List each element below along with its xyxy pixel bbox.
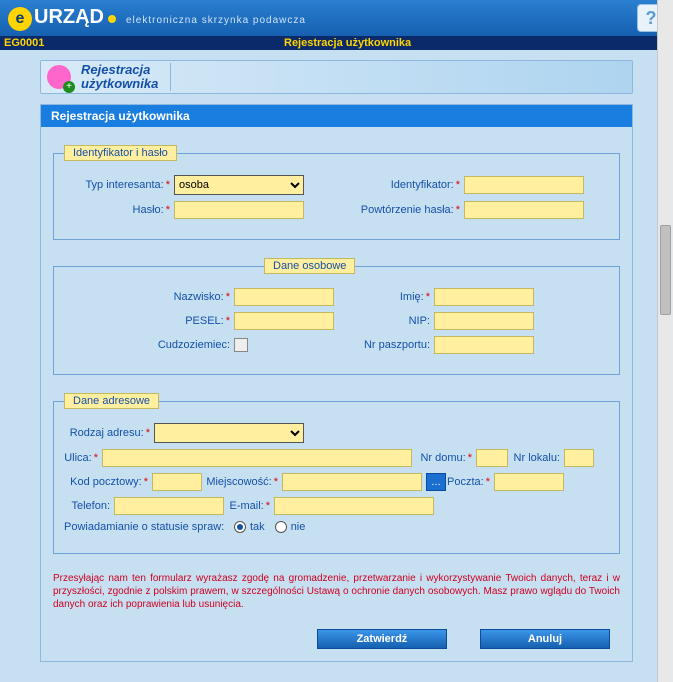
notify-yes-label: tak bbox=[250, 521, 265, 533]
label-nazwisko: Nazwisko:* bbox=[64, 291, 234, 303]
label-miejsc: Miejscowość:* bbox=[202, 476, 282, 488]
notify-yes-radio[interactable] bbox=[234, 521, 246, 533]
ulica-input[interactable] bbox=[102, 449, 412, 467]
pesel-input[interactable] bbox=[234, 312, 334, 330]
miejscowosc-input[interactable] bbox=[282, 473, 422, 491]
separator bbox=[170, 63, 171, 91]
logo-tagline: elektroniczna skrzynka podawcza bbox=[126, 15, 306, 26]
poczta-input[interactable] bbox=[494, 473, 564, 491]
logo: e URZĄD elektroniczna skrzynka podawcza bbox=[8, 6, 306, 31]
label-telefon: Telefon: bbox=[64, 500, 114, 512]
notify-no-label: nie bbox=[291, 521, 306, 533]
consent-text: Przesyłając nam ten formularz wyrażasz z… bbox=[53, 572, 620, 611]
label-pesel: PESEL:* bbox=[64, 315, 234, 327]
fieldset-address: Dane adresowe Rodzaj adresu:* Ulica:* Nr… bbox=[53, 393, 620, 554]
label-kod: Kod pocztowy:* bbox=[64, 476, 152, 488]
label-nip: NIP: bbox=[334, 315, 434, 327]
nip-input[interactable] bbox=[434, 312, 534, 330]
nazwisko-input[interactable] bbox=[234, 288, 334, 306]
label-nrdomu: Nr domu:* bbox=[418, 452, 476, 464]
fieldset-identity: Identyfikator i hasło Typ interesanta:* … bbox=[53, 145, 620, 240]
cancel-button[interactable]: Anuluj bbox=[480, 629, 610, 649]
page-body: Rejestracja użytkownika Rejestracja użyt… bbox=[0, 50, 673, 682]
lookup-button[interactable]: … bbox=[426, 473, 446, 491]
title-line1: Rejestracja bbox=[81, 63, 158, 77]
dot-icon bbox=[108, 15, 116, 23]
legend-address: Dane adresowe bbox=[64, 393, 159, 409]
button-row: Zatwierdź Anuluj bbox=[53, 623, 620, 651]
page-code: EG0001 bbox=[4, 37, 284, 49]
imie-input[interactable] bbox=[434, 288, 534, 306]
breadcrumb-bar: EG0001 Rejestracja użytkownika bbox=[0, 36, 673, 50]
label-poczta: Poczta:* bbox=[446, 476, 494, 488]
title-bar: Rejestracja użytkownika bbox=[40, 60, 633, 94]
kod-input[interactable] bbox=[152, 473, 202, 491]
title-text: Rejestracja użytkownika bbox=[81, 63, 158, 92]
label-nrlokalu: Nr lokalu: bbox=[508, 452, 564, 464]
email-input[interactable] bbox=[274, 497, 434, 515]
cudzoziemiec-checkbox[interactable] bbox=[234, 338, 248, 352]
logo-icon: e bbox=[8, 7, 32, 31]
label-paszport: Nr paszportu: bbox=[248, 339, 434, 351]
legend-identity: Identyfikator i hasło bbox=[64, 145, 177, 161]
type-select[interactable]: osoba bbox=[174, 175, 304, 195]
password-input[interactable] bbox=[174, 201, 304, 219]
label-ident: Identyfikator:* bbox=[304, 179, 464, 191]
label-cudzoziemiec: Cudzoziemiec: bbox=[64, 339, 234, 351]
user-add-icon bbox=[47, 65, 71, 89]
label-pass2: Powtórzenie hasła:* bbox=[304, 204, 464, 216]
scrollbar-thumb[interactable] bbox=[660, 225, 671, 315]
panel-heading: Rejestracja użytkownika bbox=[41, 105, 632, 127]
logo-main: URZĄD bbox=[34, 6, 104, 29]
page-subtitle: Rejestracja użytkownika bbox=[284, 37, 411, 49]
label-imie: Imię:* bbox=[334, 291, 434, 303]
fieldset-personal: Dane osobowe Nazwisko:* Imię:* PESEL:* bbox=[53, 258, 620, 375]
label-pass: Hasło:* bbox=[64, 204, 174, 216]
form-panel: Rejestracja użytkownika Identyfikator i … bbox=[40, 104, 633, 662]
notify-no-radio[interactable] bbox=[275, 521, 287, 533]
label-notify: Powiadamianie o statusie spraw: bbox=[64, 521, 234, 533]
label-ulica: Ulica:* bbox=[64, 452, 102, 464]
rodzaj-select[interactable] bbox=[154, 423, 304, 443]
nrdomu-input[interactable] bbox=[476, 449, 508, 467]
scrollbar[interactable] bbox=[657, 0, 673, 682]
telefon-input[interactable] bbox=[114, 497, 224, 515]
confirm-button[interactable]: Zatwierdź bbox=[317, 629, 447, 649]
label-email: E-mail:* bbox=[224, 500, 274, 512]
paszport-input[interactable] bbox=[434, 336, 534, 354]
app-header: e URZĄD elektroniczna skrzynka podawcza … bbox=[0, 0, 673, 36]
label-rodzaj: Rodzaj adresu:* bbox=[64, 427, 154, 439]
title-line2: użytkownika bbox=[81, 77, 158, 91]
legend-personal: Dane osobowe bbox=[264, 258, 355, 274]
nrlokalu-input[interactable] bbox=[564, 449, 594, 467]
password-repeat-input[interactable] bbox=[464, 201, 584, 219]
label-type: Typ interesanta:* bbox=[64, 179, 174, 191]
ident-input[interactable] bbox=[464, 176, 584, 194]
